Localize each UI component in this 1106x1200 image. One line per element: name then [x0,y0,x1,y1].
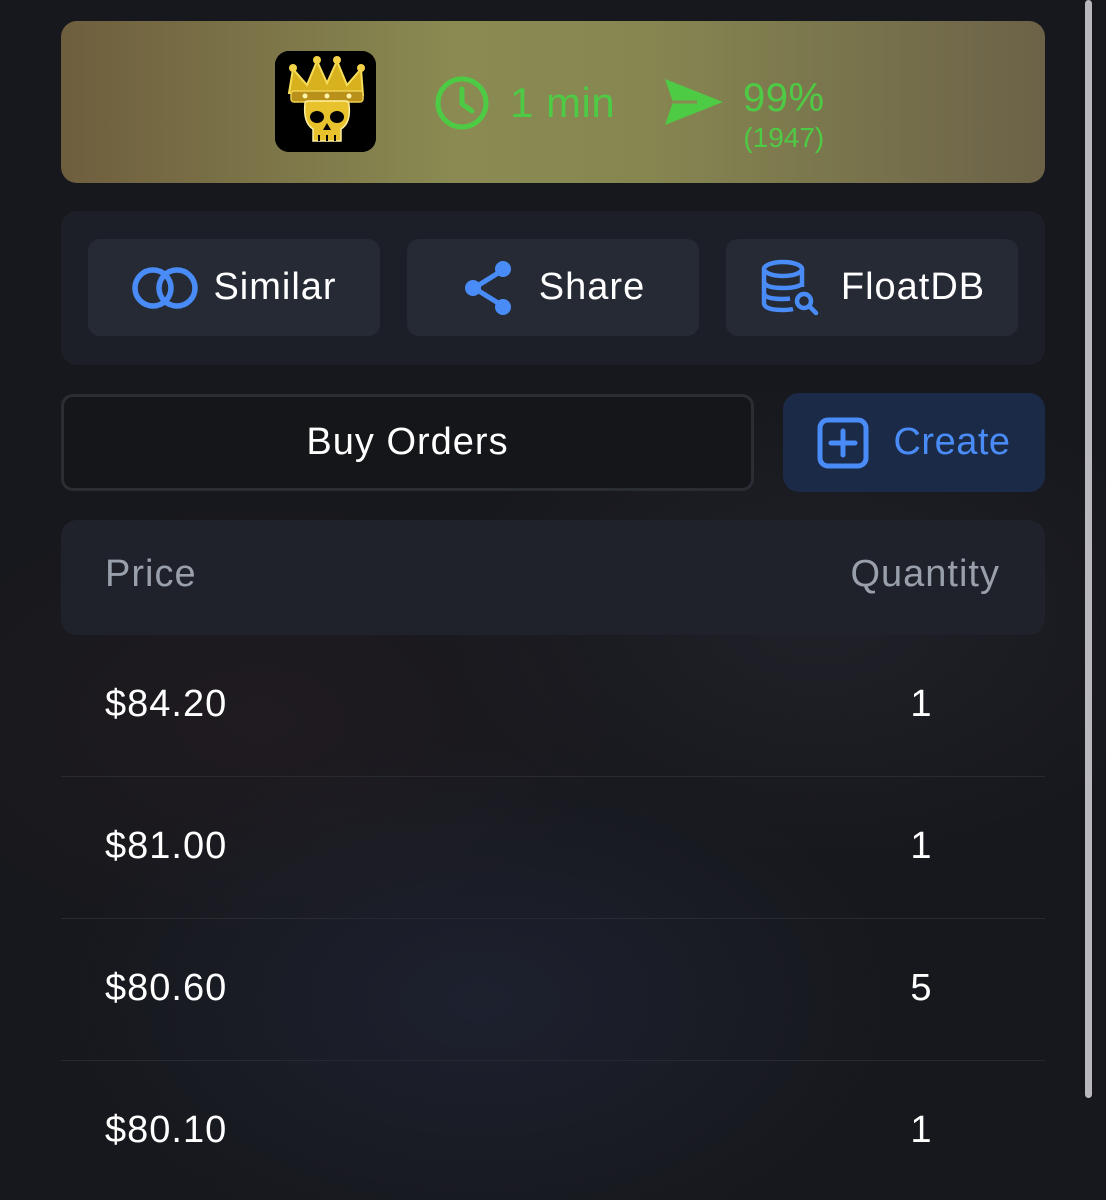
crown-skull-graphic [275,51,376,152]
order-quantity: 1 [910,1109,932,1151]
price-column-header[interactable]: Price [105,553,197,596]
overlapping-circles-icon [132,266,199,309]
share-button-label: Share [538,266,646,308]
orders-table-header: Price Quantity [61,520,1045,635]
similar-button-label: Similar [213,266,337,308]
share-button[interactable]: Share [407,239,699,336]
order-quantity: 1 [910,825,932,867]
order-price: $84.20 [105,683,228,725]
table-row[interactable]: $80.10 1 [61,1061,1045,1200]
create-order-button[interactable]: Create [783,393,1045,492]
order-price: $80.10 [105,1109,228,1151]
database-search-icon [761,259,819,315]
table-row[interactable]: $81.00 1 [61,777,1045,919]
order-quantity: 1 [910,683,932,725]
trade-success-percent: 99% [743,76,825,120]
share-icon [464,260,511,315]
order-price: $80.60 [105,967,228,1009]
crown-skull-icon[interactable] [275,51,376,152]
delivery-time-stat: 1 min [434,75,615,131]
table-row[interactable]: $84.20 1 [61,635,1045,777]
trade-count: (1947) [743,122,825,153]
send-arrow-icon [665,79,723,125]
orders-list: $84.20 1 $81.00 1 $80.60 5 $80.10 1 [61,635,1045,1200]
buy-orders-tab-label: Buy Orders [306,421,509,463]
floatdb-button-label: FloatDB [840,266,986,308]
clock-icon [435,76,489,130]
order-quantity: 5 [910,967,932,1009]
scrollbar-thumb[interactable] [1085,0,1092,1098]
table-row[interactable]: $80.60 5 [61,919,1045,1061]
floatdb-button[interactable]: FloatDB [726,239,1018,336]
quantity-column-header[interactable]: Quantity [850,553,1000,596]
similar-button[interactable]: Similar [88,239,380,336]
trade-success-stat: 99% (1947) [663,75,825,153]
plus-square-icon [817,417,869,468]
create-button-label: Create [893,421,1011,463]
action-panel: Similar Share FloatDB [61,211,1045,365]
buy-orders-tab[interactable]: Buy Orders [61,394,754,491]
order-price: $81.00 [105,825,228,867]
seller-banner: 1 min 99% (1947) [61,21,1045,183]
delivery-time-value: 1 min [510,79,616,126]
